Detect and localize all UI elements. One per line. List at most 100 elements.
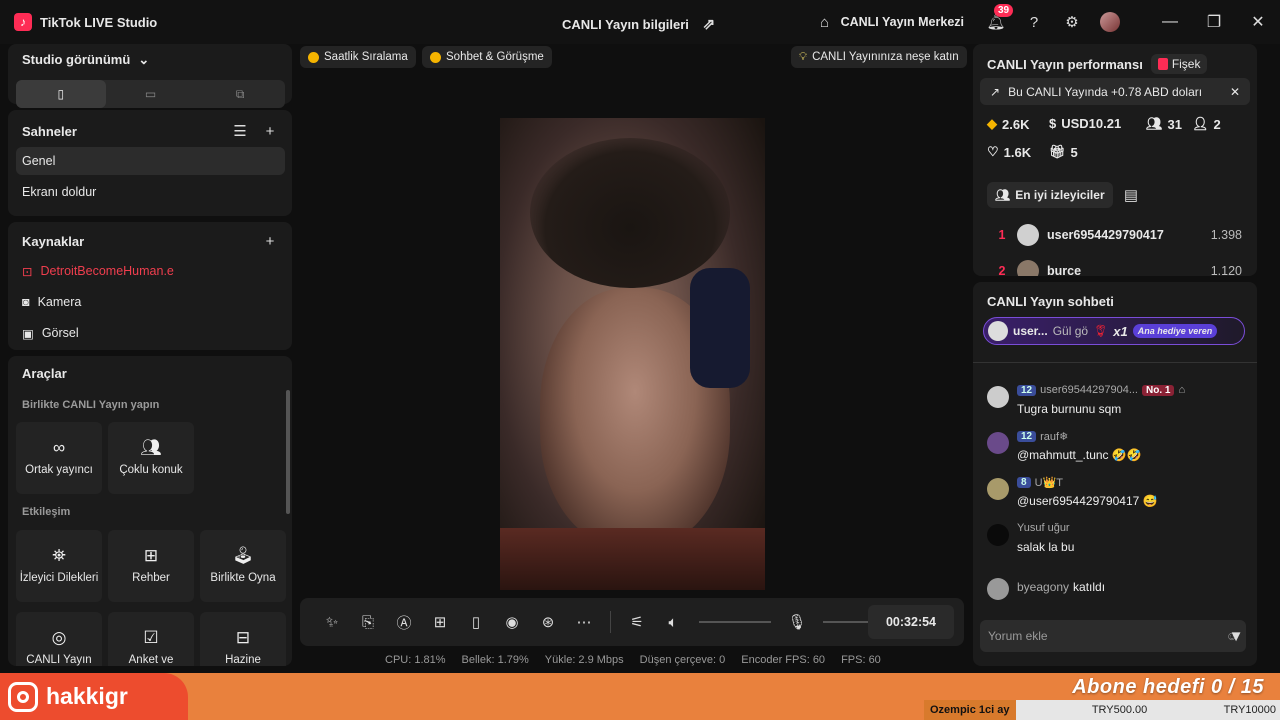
instagram-icon xyxy=(8,681,38,712)
dual-layout-icon[interactable]: ⧉ xyxy=(195,80,285,108)
ai-icon[interactable]: Ⓐ xyxy=(386,604,422,640)
chat-title: CANLI Yayın sohbeti xyxy=(987,294,1114,309)
notification-badge: 39 xyxy=(994,4,1014,17)
filter-icon[interactable]: ▼ xyxy=(1226,626,1246,646)
diamonds-metric: ◆ 2.6K xyxy=(987,116,1029,132)
close-icon[interactable]: ✕ xyxy=(1236,12,1280,32)
live-center-button[interactable]: ⌂ CANLI Yayın Merkezi xyxy=(815,12,964,32)
live-goal-tile[interactable]: ◎ CANLI Yayın xyxy=(16,612,102,666)
source-item[interactable]: ⊡ DetroitBecomeHuman.e xyxy=(16,257,285,285)
bulb-icon: 💡︎ xyxy=(799,50,808,63)
top-gifter-bar[interactable]: user... Gül gö 🌹︎ x1 Ana hediye veren xyxy=(983,317,1245,345)
chat-user: Yusuf uğur xyxy=(1017,522,1070,534)
speaker-volume-slider[interactable] xyxy=(699,621,771,623)
magic-wand-icon[interactable]: ✨︎ xyxy=(314,604,350,640)
chip-label: CANLI Yayınınıza neşe katın xyxy=(812,51,959,63)
cpu-stat: CPU: 1.81% xyxy=(385,654,446,666)
add-user-icon: 👤︎ xyxy=(1192,116,1209,131)
source-item[interactable]: ▣ Görsel xyxy=(16,319,285,347)
scene-item[interactable]: Ekranı doldur xyxy=(16,178,285,206)
chip-label: Sohbet & Görüşme xyxy=(446,51,544,63)
usd-value: USD10.21 xyxy=(1061,116,1122,131)
donation-ticker: Ozempic 1ci ay TRY500.00 TRY10000 xyxy=(924,700,1280,720)
ranking-row[interactable]: 2 burce 1.120 xyxy=(987,257,1242,276)
avatar xyxy=(1017,224,1039,246)
profile-avatar[interactable] xyxy=(1100,12,1120,32)
add-fun-chip[interactable]: 💡︎ CANLI Yayınınıza neşe katın xyxy=(791,46,967,68)
top-viewers-tab[interactable]: 👥︎ En iyi izleyiciler xyxy=(987,182,1113,208)
more-icon[interactable]: ⋯ xyxy=(566,604,602,640)
restore-icon[interactable]: ❐ xyxy=(1192,12,1236,32)
minimize-icon[interactable]: — xyxy=(1148,13,1192,31)
avatar xyxy=(987,386,1009,408)
fisek-badge[interactable]: Fişek xyxy=(1150,54,1208,74)
guide-tile[interactable]: ⊞ Rehber xyxy=(108,530,194,602)
studio-view-dropdown[interactable]: Studio görünümü ⌄ xyxy=(22,52,149,68)
chevron-down-icon: ⌄ xyxy=(138,52,150,67)
chat-text: @mahmutt_.tunc 🤣🤣 xyxy=(1017,448,1142,462)
treasure-tile[interactable]: ⊟ Hazine xyxy=(200,612,286,666)
add-media-icon[interactable]: ⊞ xyxy=(422,604,458,640)
ranking-row[interactable]: 1 user6954429790417 1.398 xyxy=(987,221,1242,249)
close-notice-icon[interactable]: ✕ xyxy=(1230,85,1240,99)
source-item[interactable]: ◙ Kamera xyxy=(16,288,285,316)
chat-call-chip[interactable]: Sohbet & Görüşme xyxy=(422,46,552,68)
poll-tile[interactable]: ☑ Anket ve xyxy=(108,612,194,666)
tile-label: Birlikte Oyna xyxy=(210,572,276,585)
upload-stat: Yükle: 2.9 Mbps xyxy=(544,654,624,666)
phone-icon[interactable]: ▯ xyxy=(458,604,494,640)
source-label: Kamera xyxy=(37,295,82,309)
viewer-requests-tile[interactable]: ⛯ İzleyici Dilekleri xyxy=(16,530,102,602)
viewers-value: 31 xyxy=(1167,116,1182,132)
tile-label: Ortak yayıncı xyxy=(25,464,93,477)
home-icon: ⌂ xyxy=(1178,384,1186,396)
coin-icon xyxy=(308,51,319,63)
speaker-icon[interactable]: 🔈︎ xyxy=(655,604,691,640)
live-info-button[interactable]: CANLI Yayın bilgileri ⇗ xyxy=(562,14,719,34)
play-together-tile[interactable]: 🕹︎ Birlikte Oyna xyxy=(200,530,286,602)
portrait-layout-icon[interactable]: ▯ xyxy=(16,80,106,108)
settings-gear-icon[interactable]: ⚙ xyxy=(1062,12,1082,32)
chat-panel: CANLI Yayın sohbeti user... Gül gö 🌹︎ x1… xyxy=(973,282,1257,666)
new-followers-metric: 👤︎ 2 xyxy=(1192,116,1221,132)
comment-input[interactable]: Yorum ekle ☺ xyxy=(980,620,1246,652)
gifts-metric: 🎁︎ 5 xyxy=(1049,144,1078,160)
landscape-layout-icon[interactable]: ▭ xyxy=(106,80,196,108)
gift-text: Gül gö xyxy=(1052,324,1089,338)
hourly-ranking-chip[interactable]: Saatlik Sıralama xyxy=(300,46,416,68)
poll-icon: ☑ xyxy=(143,627,159,647)
replay-icon[interactable]: ⊛ xyxy=(530,604,566,640)
scene-list-icon[interactable]: ☰ xyxy=(230,121,250,141)
tile-label: Anket ve xyxy=(128,654,174,666)
avatar xyxy=(988,321,1008,341)
multi-guest-tile[interactable]: 👥︎ Çoklu konuk xyxy=(108,422,194,494)
performance-title: CANLI Yayın performansı xyxy=(987,56,1143,72)
help-icon[interactable]: ? xyxy=(1024,12,1044,32)
subtitle-icon[interactable]: ⎘ xyxy=(350,604,386,640)
mixer-icon[interactable]: ⚟ xyxy=(619,604,655,640)
coin-icon xyxy=(430,51,441,63)
gifts-value: 5 xyxy=(1070,144,1078,160)
notifications-button[interactable]: 🔔︎ 39 xyxy=(986,4,1014,32)
microphone-icon[interactable]: 🎙︎ xyxy=(779,604,815,640)
chip-label: Saatlik Sıralama xyxy=(324,51,408,63)
notice-text: Bu CANLI Yayında +0.78 ABD doları xyxy=(1008,84,1203,99)
guests-icon: 👥︎ xyxy=(140,437,162,457)
app-brand: ♪ TikTok LIVE Studio xyxy=(14,13,157,31)
add-scene-icon[interactable]: + xyxy=(260,121,280,141)
scene-item[interactable]: Genel xyxy=(16,147,285,175)
co-host-tile[interactable]: ∞ Ortak yayıncı xyxy=(16,422,102,494)
performance-panel: CANLI Yayın performansı Fişek ↗ Bu CANLI… xyxy=(973,44,1257,276)
record-icon[interactable]: ◉ xyxy=(494,604,530,640)
tools-scrollbar[interactable] xyxy=(286,390,290,514)
guide-icon: ⊞ xyxy=(143,545,159,565)
handle-text: hakkigr xyxy=(46,683,128,709)
add-source-icon[interactable]: + xyxy=(260,231,280,251)
image-icon: ▣ xyxy=(22,326,34,341)
earnings-notice: ↗ Bu CANLI Yayında +0.78 ABD doları ✕ xyxy=(980,78,1250,105)
level-badge: 12 xyxy=(1017,384,1037,396)
avatar xyxy=(1017,260,1039,276)
live-preview-video xyxy=(500,118,765,590)
list-icon[interactable]: ▤ xyxy=(1121,185,1141,205)
avatar xyxy=(987,478,1009,500)
